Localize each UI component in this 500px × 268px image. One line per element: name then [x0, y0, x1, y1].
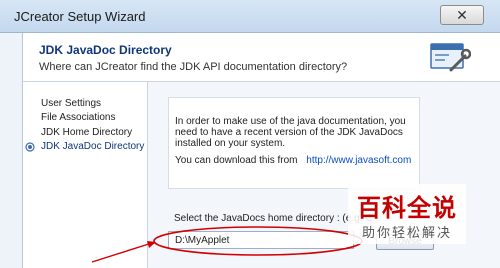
window-wrench-icon — [430, 43, 471, 72]
setup-wizard-window: JCreator Setup Wizard ✕ JDK JavaDoc Dire… — [0, 0, 500, 268]
watermark-logo-text: 百科全说 — [357, 194, 457, 222]
nav-item-jdk-home-directory[interactable]: JDK Home Directory — [41, 127, 132, 138]
javadocs-path-input[interactable] — [168, 231, 354, 249]
info-panel: In order to make use of the java documen… — [168, 97, 420, 189]
download-text: You can download this from — [175, 155, 298, 166]
javadocs-dir-label: Select the JavaDocs home directory : (e.… — [174, 213, 373, 224]
javasoft-link[interactable]: http://www.javasoft.com — [306, 155, 411, 166]
wizard-header: JDK JavaDoc Directory Where can JCreator… — [22, 33, 500, 82]
watermark: 百科全说 助你轻松解决 — [348, 184, 466, 244]
title-bar: JCreator Setup Wizard ✕ — [0, 0, 500, 33]
page-subtitle: Where can JCreator find the JDK API docu… — [39, 61, 348, 73]
wizard-steps-nav: User Settings File Associations JDK Home… — [23, 82, 148, 268]
window-title: JCreator Setup Wizard — [14, 9, 146, 24]
nav-item-jdk-javadoc-directory[interactable]: JDK JavaDoc Directory — [41, 141, 144, 152]
watermark-slogan: 助你轻松解决 — [361, 226, 452, 241]
nav-item-user-settings[interactable]: User Settings — [41, 98, 101, 109]
nav-item-file-associations[interactable]: File Associations — [41, 112, 115, 123]
close-button[interactable]: ✕ — [440, 5, 484, 25]
page-title: JDK JavaDoc Directory — [39, 43, 172, 57]
download-line: You can download this from http://www.ja… — [175, 155, 411, 166]
current-step-icon — [25, 142, 35, 152]
info-text: In order to make use of the java documen… — [175, 116, 406, 149]
close-icon: ✕ — [456, 6, 468, 23]
